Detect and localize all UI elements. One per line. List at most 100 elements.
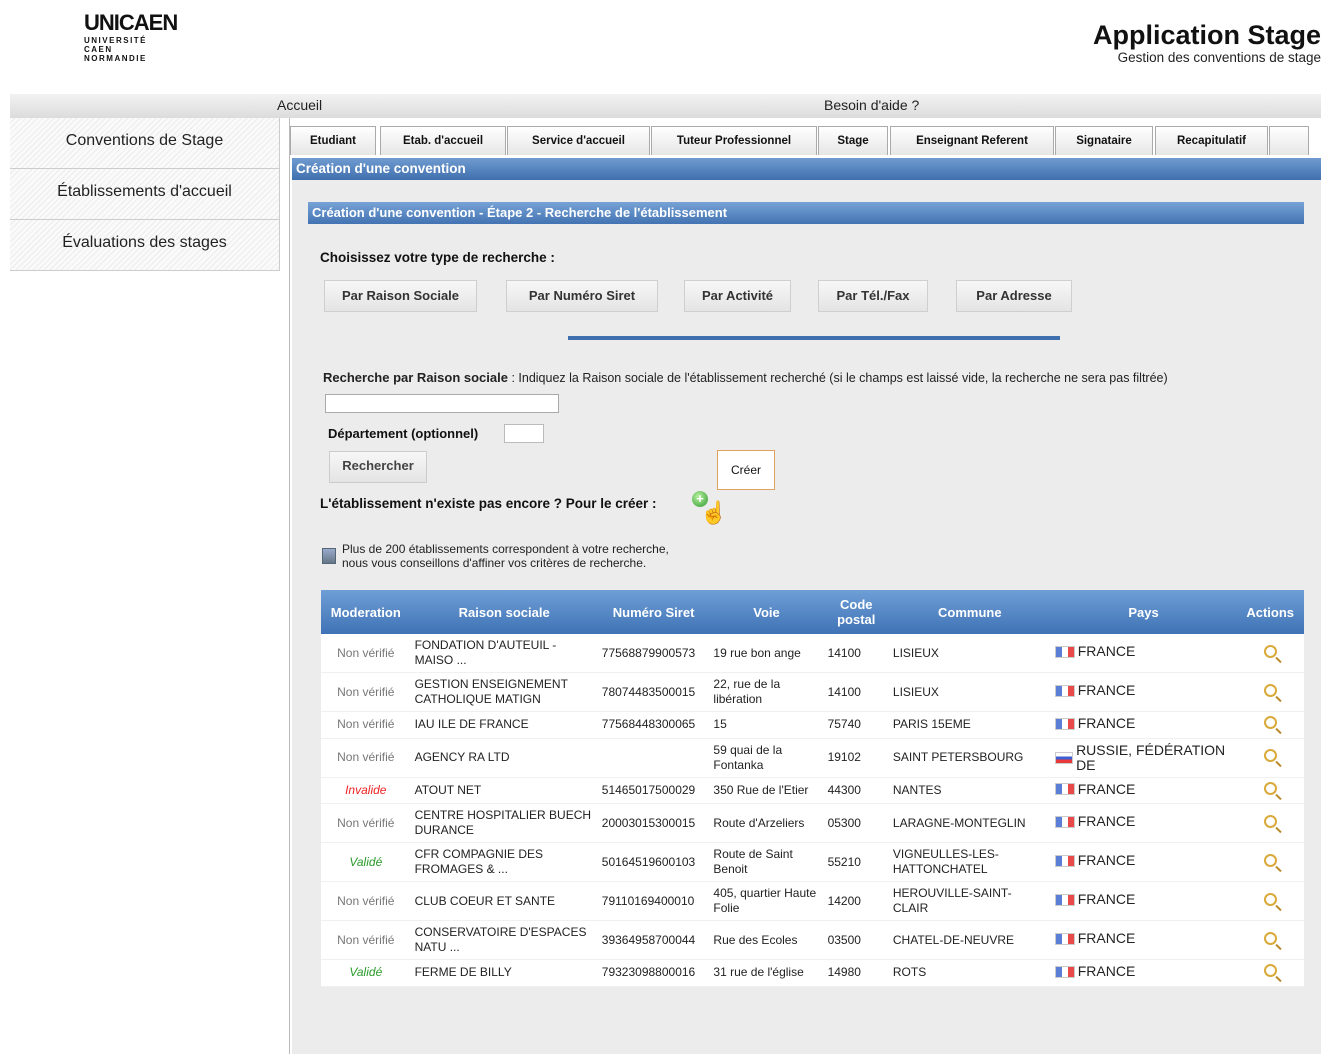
search-by-adresse-button[interactable]: Par Adresse — [956, 280, 1072, 312]
help-link[interactable]: Besoin d'aide ? — [824, 97, 919, 113]
tab-service-accueil[interactable]: Service d'accueil — [507, 126, 650, 155]
results-body: Non vérifié FONDATION D'AUTEUIL - MAISO .… — [321, 634, 1304, 987]
app-title-block: Application Stage Gestion des convention… — [1093, 20, 1321, 65]
cell-moderation: Validé — [321, 959, 411, 987]
col-moderation[interactable]: Moderation — [321, 590, 411, 634]
home-link[interactable]: Accueil — [277, 97, 322, 113]
table-row[interactable]: Non vérifié IAU ILE DE FRANCE 775684483000… — [321, 711, 1304, 739]
tab-recapitulatif[interactable]: Recapitulatif — [1155, 126, 1268, 155]
view-details-icon[interactable] — [1263, 853, 1277, 867]
sidebar-item-evaluations[interactable]: Évaluations des stages — [10, 220, 280, 271]
tab-stage[interactable]: Stage — [818, 126, 888, 155]
table-row[interactable]: Validé CFR COMPAGNIE DES FROMAGES & ... 50… — [321, 842, 1304, 882]
cell-actions — [1236, 920, 1304, 960]
table-row[interactable]: Non vérifié CLUB COEUR ET SANTE 7911016940… — [321, 881, 1304, 921]
table-row[interactable]: Non vérifié FONDATION D'AUTEUIL - MAISO .… — [321, 634, 1304, 673]
search-by-raison-sociale-button[interactable]: Par Raison Sociale — [324, 280, 477, 312]
cell-raison-sociale: AGENCY RA LTD — [410, 738, 598, 778]
view-details-icon[interactable] — [1263, 814, 1277, 828]
table-row[interactable]: Non vérifié CONSERVATOIRE D'ESPACES NATU … — [321, 920, 1304, 960]
col-siret[interactable]: Numéro Siret — [597, 590, 710, 634]
view-details-icon[interactable] — [1263, 892, 1277, 906]
logo-sub-2: CAEN — [84, 45, 113, 54]
university-logo[interactable]: UNICAEN UNIVERSITÉ CAEN NORMANDIE — [84, 10, 178, 63]
cell-pays-label: FRANCE — [1077, 780, 1136, 797]
view-details-icon[interactable] — [1263, 749, 1277, 762]
cell-moderation: Non vérifié — [321, 634, 411, 673]
cell-commune: LISIEUX — [888, 634, 1051, 673]
cell-raison-sociale: CFR COMPAGNIE DES FROMAGES & ... — [410, 842, 598, 882]
cell-pays: FRANCE — [1050, 959, 1237, 987]
cell-commune: SAINT PETERSBOURG — [888, 738, 1051, 778]
sidebar-item-etablissements[interactable]: Établissements d'accueil — [10, 169, 280, 220]
cell-voie: Route d'Arzeliers — [709, 803, 824, 843]
table-row[interactable]: Validé FERME DE BILLY 79323098800016 31 rue… — [321, 959, 1304, 987]
cell-moderation: Non vérifié — [321, 738, 411, 778]
cell-raison-sociale: CENTRE HOSPITALIER BUECH DURANCE — [410, 803, 598, 843]
col-pays[interactable]: Pays — [1050, 590, 1237, 634]
cell-raison-sociale: ATOUT NET — [410, 777, 598, 804]
create-tooltip-button[interactable]: Créer — [717, 450, 775, 490]
cell-pays: FRANCE — [1050, 881, 1237, 921]
view-details-icon[interactable] — [1263, 716, 1277, 730]
cell-pays: FRANCE — [1050, 711, 1237, 739]
view-details-icon[interactable] — [1263, 964, 1277, 978]
raison-sociale-help: : Indiquez la Raison sociale de l'établi… — [507, 371, 1168, 385]
flag-icon — [1054, 932, 1075, 945]
cell-pays-label: FRANCE — [1077, 852, 1136, 869]
step-title: Création d'une convention - Étape 2 - Re… — [308, 202, 1304, 224]
cell-pays: FRANCE — [1050, 777, 1237, 804]
departement-input[interactable] — [504, 424, 544, 443]
tab-etudiant[interactable]: Etudiant — [290, 126, 376, 155]
table-row[interactable]: Non vérifié CENTRE HOSPITALIER BUECH DURA… — [321, 803, 1304, 843]
cell-code-postal: 55210 — [823, 842, 889, 882]
col-code-postal[interactable]: Code postal — [823, 590, 889, 634]
tab-etab-accueil[interactable]: Etab. d'accueil — [380, 126, 506, 155]
cell-actions — [1236, 672, 1304, 712]
cell-pays-label: FRANCE — [1077, 813, 1136, 830]
view-details-icon[interactable] — [1263, 931, 1277, 945]
cell-moderation: Non vérifié — [321, 920, 411, 960]
raison-sociale-input[interactable] — [325, 394, 559, 413]
view-details-icon[interactable] — [1263, 781, 1277, 795]
tab-extra[interactable] — [1269, 126, 1309, 155]
tab-enseignant[interactable]: Enseignant Referent — [890, 126, 1054, 155]
col-voie[interactable]: Voie — [709, 590, 824, 634]
flag-icon — [1054, 783, 1075, 795]
cell-commune: ROTS — [888, 959, 1051, 987]
cell-moderation: Invalide — [321, 777, 411, 804]
flag-icon — [1054, 893, 1075, 906]
cell-siret: 79110169400010 — [597, 881, 710, 921]
sidebar-item-conventions[interactable]: Conventions de Stage — [10, 118, 280, 169]
col-raison-sociale[interactable]: Raison sociale — [410, 590, 598, 634]
cell-code-postal: 19102 — [823, 738, 889, 778]
cell-commune: PARIS 15EME — [888, 711, 1051, 739]
table-row[interactable]: Invalide ATOUT NET 51465017500029 350 Rue d… — [321, 777, 1304, 804]
view-details-icon[interactable] — [1263, 644, 1277, 658]
view-details-icon[interactable] — [1263, 683, 1277, 697]
logo-mark: UNICAEN — [84, 10, 178, 35]
cell-raison-sociale: CLUB COEUR ET SANTE — [410, 881, 598, 921]
flag-icon — [1054, 854, 1075, 867]
tab-signataire[interactable]: Signataire — [1055, 126, 1153, 155]
cell-siret: 20003015300015 — [597, 803, 710, 843]
cell-siret — [597, 738, 710, 778]
search-by-siret-button[interactable]: Par Numéro Siret — [506, 280, 658, 312]
flag-icon — [1054, 684, 1075, 697]
table-header-row: Moderation Raison sociale Numéro Siret V… — [321, 590, 1304, 634]
tab-tuteur[interactable]: Tuteur Professionnel — [651, 126, 817, 155]
table-row[interactable]: Non vérifié AGENCY RA LTD 59 quai de la Fo… — [321, 738, 1304, 778]
cell-moderation: Validé — [321, 842, 411, 882]
cell-voie: 59 quai de la Fontanka — [709, 738, 824, 778]
flag-icon — [1054, 717, 1075, 730]
cell-pays-label: FRANCE — [1077, 682, 1136, 699]
col-commune[interactable]: Commune — [888, 590, 1051, 634]
search-by-activite-button[interactable]: Par Activité — [684, 280, 791, 312]
cell-voie: 19 rue bon ange — [709, 634, 824, 673]
cell-voie: 350 Rue de l'Etier — [709, 777, 824, 804]
search-button[interactable]: Rechercher — [329, 451, 427, 483]
table-row[interactable]: Non vérifié GESTION ENSEIGNEMENT CATHOLIQ… — [321, 672, 1304, 712]
results-table: Moderation Raison sociale Numéro Siret V… — [321, 590, 1304, 987]
cell-commune: NANTES — [888, 777, 1051, 804]
search-by-tel-fax-button[interactable]: Par Tél./Fax — [818, 280, 928, 312]
